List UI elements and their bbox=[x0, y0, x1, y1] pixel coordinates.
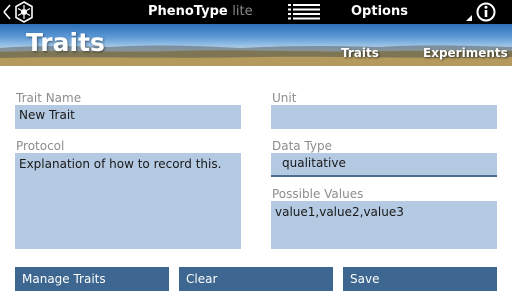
unit-field[interactable] bbox=[271, 105, 497, 129]
app-title-main: PhenoType bbox=[148, 4, 228, 19]
app-logo-icon[interactable] bbox=[2, 0, 42, 24]
app-title-suffix: lite bbox=[232, 4, 253, 19]
possible-values-field[interactable]: value1,value2,value3 bbox=[271, 201, 497, 249]
page-banner: Traits Traits Experiments bbox=[0, 24, 512, 66]
info-icon[interactable] bbox=[466, 1, 496, 23]
list-menu-icon[interactable] bbox=[288, 2, 320, 22]
tab-traits[interactable]: Traits bbox=[341, 46, 379, 60]
protocol-field[interactable]: Explanation of how to record this. bbox=[15, 153, 241, 249]
action-bar: PhenoType lite Options bbox=[0, 0, 512, 24]
tab-experiments[interactable]: Experiments bbox=[423, 46, 508, 60]
protocol-label: Protocol bbox=[16, 139, 65, 153]
options-menu[interactable]: Options bbox=[351, 4, 408, 19]
trait-name-field[interactable]: New Trait bbox=[15, 105, 241, 129]
save-button[interactable]: Save bbox=[343, 267, 497, 291]
trait-name-label: Trait Name bbox=[16, 91, 82, 105]
manage-traits-button[interactable]: Manage Traits bbox=[15, 267, 169, 291]
page-title: Traits bbox=[26, 28, 105, 57]
unit-label: Unit bbox=[272, 91, 297, 105]
app-title: PhenoType lite bbox=[148, 4, 253, 19]
possible-values-label: Possible Values bbox=[272, 187, 364, 201]
clear-button[interactable]: Clear bbox=[179, 267, 333, 291]
data-type-label: Data Type bbox=[272, 139, 333, 153]
data-type-select[interactable]: qualitative bbox=[271, 153, 497, 177]
